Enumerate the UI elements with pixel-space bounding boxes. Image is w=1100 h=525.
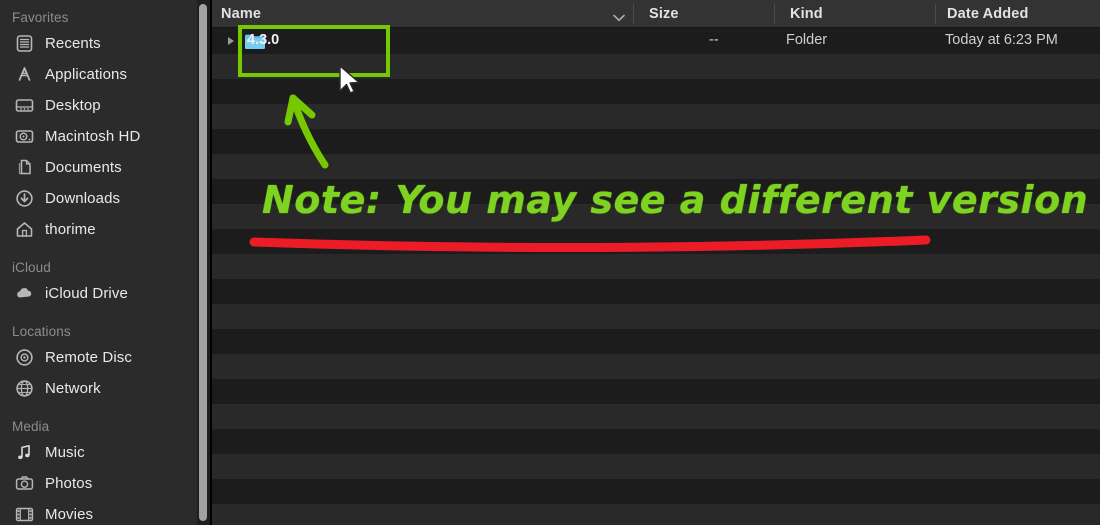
empty-row[interactable]	[212, 479, 1100, 504]
sidebar-section-media-title: Media	[12, 419, 50, 434]
desktop-icon	[14, 95, 35, 116]
empty-row[interactable]	[212, 79, 1100, 104]
sidebar-item-label: Recents	[45, 35, 101, 52]
sidebar-item-label: Applications	[45, 66, 128, 83]
empty-row[interactable]	[212, 229, 1100, 254]
clock-recents-icon	[14, 33, 35, 54]
empty-row[interactable]	[212, 379, 1100, 404]
empty-row[interactable]	[212, 304, 1100, 329]
music-note-icon	[14, 442, 35, 463]
empty-row[interactable]	[212, 454, 1100, 479]
cell-date-added: Today at 6:23 PM	[945, 32, 1058, 48]
sidebar-item-applications[interactable]: Applications	[0, 59, 197, 90]
note-annotation-text: Note: You may see a different version	[262, 178, 1089, 222]
camera-icon	[14, 473, 35, 494]
column-header-date-added[interactable]: Date Added	[947, 6, 1029, 22]
empty-row[interactable]	[212, 329, 1100, 354]
network-globe-icon	[14, 378, 35, 399]
column-header-bar: Name Size Kind Date Added	[212, 0, 1100, 28]
column-header-name[interactable]: Name	[221, 6, 261, 22]
sidebar-item-label: Movies	[45, 506, 94, 523]
sidebar-item-icloud-drive[interactable]: iCloud Drive	[0, 278, 197, 309]
column-divider[interactable]	[935, 4, 936, 24]
empty-row[interactable]	[212, 279, 1100, 304]
empty-row[interactable]	[212, 104, 1100, 129]
empty-row[interactable]	[212, 129, 1100, 154]
sidebar-item-label: Documents	[45, 159, 122, 176]
sidebar-item-documents[interactable]: Documents	[0, 152, 197, 183]
finder-window: Favorites Recents Applications Desktop M…	[0, 0, 1100, 525]
sidebar-section-favorites-title: Favorites	[12, 10, 69, 25]
hard-drive-icon	[14, 126, 35, 147]
sidebar-item-label: Macintosh HD	[45, 128, 141, 145]
sidebar-item-desktop[interactable]: Desktop	[0, 90, 197, 121]
applications-icon	[14, 64, 35, 85]
sidebar-item-downloads[interactable]: Downloads	[0, 183, 197, 214]
sidebar-item-thorime[interactable]: thorime	[0, 214, 197, 245]
disclosure-triangle-icon[interactable]	[228, 37, 234, 45]
table-row[interactable]: 4.3.0 -- Folder Today at 6:23 PM	[212, 29, 1100, 54]
sidebar-item-label: Desktop	[45, 97, 101, 114]
empty-row[interactable]	[212, 254, 1100, 279]
column-divider[interactable]	[774, 4, 775, 24]
home-icon	[14, 219, 35, 240]
disc-icon	[14, 347, 35, 368]
sidebar-item-macintosh-hd[interactable]: Macintosh HD	[0, 121, 197, 152]
sidebar-item-label: Music	[45, 444, 85, 461]
cloud-icon	[14, 283, 35, 304]
sidebar-item-movies[interactable]: Movies	[0, 499, 197, 525]
empty-row[interactable]	[212, 404, 1100, 429]
empty-row[interactable]	[212, 429, 1100, 454]
sidebar-item-photos[interactable]: Photos	[0, 468, 197, 499]
sidebar-item-remote-disc[interactable]: Remote Disc	[0, 342, 197, 373]
file-list-pane: Name Size Kind Date Added 4.3.0 -- Folde…	[212, 0, 1100, 525]
column-header-size[interactable]: Size	[649, 6, 679, 22]
sidebar-item-label: thorime	[45, 221, 96, 238]
downloads-icon	[14, 188, 35, 209]
chevron-down-icon[interactable]	[613, 9, 625, 22]
empty-row[interactable]	[212, 54, 1100, 79]
empty-row[interactable]	[212, 504, 1100, 525]
empty-row[interactable]	[212, 154, 1100, 179]
sidebar-section-locations-title: Locations	[12, 324, 71, 339]
sidebar: Favorites Recents Applications Desktop M…	[0, 0, 197, 525]
film-strip-icon	[14, 504, 35, 525]
cell-size: --	[709, 32, 719, 48]
sidebar-item-recents[interactable]: Recents	[0, 28, 197, 59]
sidebar-item-network[interactable]: Network	[0, 373, 197, 404]
sidebar-item-label: Network	[45, 380, 101, 397]
sidebar-scrollbar-thumb[interactable]	[199, 4, 207, 521]
cell-name: 4.3.0	[247, 32, 280, 48]
documents-icon	[14, 157, 35, 178]
cell-kind: Folder	[786, 32, 828, 48]
sidebar-item-label: iCloud Drive	[45, 285, 128, 302]
sidebar-section-icloud-title: iCloud	[12, 260, 51, 275]
sidebar-item-label: Downloads	[45, 190, 121, 207]
file-rows: 4.3.0 -- Folder Today at 6:23 PM	[212, 29, 1100, 525]
column-divider[interactable]	[633, 4, 634, 24]
empty-row[interactable]	[212, 354, 1100, 379]
sidebar-item-label: Photos	[45, 475, 93, 492]
column-header-kind[interactable]: Kind	[790, 6, 823, 22]
sidebar-item-label: Remote Disc	[45, 349, 132, 366]
sidebar-item-music[interactable]: Music	[0, 437, 197, 468]
